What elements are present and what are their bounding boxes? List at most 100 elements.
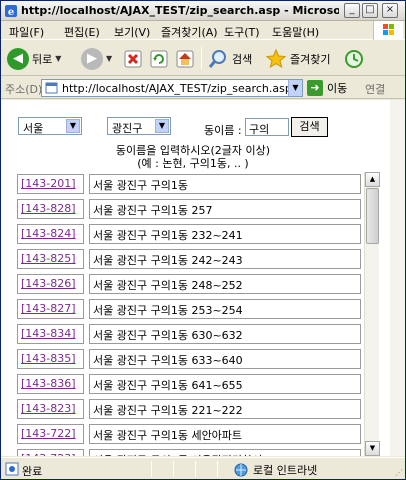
search-button-toolbar[interactable]: 검색 xyxy=(207,45,252,72)
go-arrow-icon: ➜ xyxy=(307,80,323,96)
status-separator xyxy=(195,461,196,477)
address-cell: 서울 광진구 구의1동 630~632 xyxy=(89,324,361,344)
city-select-value: 서울 xyxy=(23,122,44,135)
go-label: 이동 xyxy=(327,82,348,95)
toolbar: ◀ 뒤로 ▼ ▶ ▼ 검색 즐겨찾기 xyxy=(1,41,405,76)
zip-code-link[interactable]: [143-834] xyxy=(21,327,76,340)
address-cell: 서울 광진구 구의1동 253~254 xyxy=(89,299,361,319)
zip-code-cell: [143-823] xyxy=(17,399,84,419)
status-separator xyxy=(173,461,174,477)
home-button[interactable] xyxy=(175,45,195,72)
list-item[interactable]: [143-825] 서울 광진구 구의1동 242~243 xyxy=(17,249,363,271)
list-item[interactable]: [143-723] 서울 광진구 구의1동 서울광진경찰서 xyxy=(17,449,363,456)
list-item[interactable]: [143-826] 서울 광진구 구의1동 248~252 xyxy=(17,274,363,296)
menu-bar: 파일(F) 편집(E) 보기(V) 즐겨찾기(A) 도구(T) 도움말(H) xyxy=(1,21,405,40)
address-input[interactable]: http://localhost/AJAX_TEST/zip_search.as… xyxy=(41,79,303,97)
city-select[interactable]: 서울 ▼ xyxy=(18,117,82,135)
forward-button[interactable]: ▶ ▼ xyxy=(81,45,112,72)
dong-label: 동이름 : xyxy=(204,124,242,137)
zip-code-link[interactable]: [143-827] xyxy=(21,302,76,315)
zip-code-link[interactable]: [143-826] xyxy=(21,277,76,290)
home-icon xyxy=(176,50,194,67)
window-title: http://localhost/AJAX_TEST/zip_search.as… xyxy=(21,4,339,17)
links-label[interactable]: 연결 xyxy=(365,81,385,97)
menu-favorites[interactable]: 즐겨찾기(A) xyxy=(161,24,218,40)
stop-icon xyxy=(124,50,142,67)
minimize-button[interactable]: _ xyxy=(344,3,360,18)
menu-view[interactable]: 보기(V) xyxy=(114,24,150,40)
back-arrow-icon: ◀ xyxy=(7,47,29,70)
zip-code-cell: [143-201] xyxy=(17,174,84,194)
zip-code-link[interactable]: [143-722] xyxy=(21,427,76,440)
stop-button[interactable] xyxy=(123,45,143,72)
zip-code-cell: [143-828] xyxy=(17,199,84,219)
menu-tools[interactable]: 도구(T) xyxy=(224,24,260,40)
scroll-up-icon[interactable]: ▲ xyxy=(365,172,380,187)
zip-code-link[interactable]: [143-823] xyxy=(21,402,76,415)
search-button[interactable]: 검색 xyxy=(291,117,328,137)
chevron-down-icon: ▼ xyxy=(66,119,80,133)
address-cell: 서울 광진구 구의1동 257 xyxy=(89,199,361,219)
scroll-down-icon[interactable]: ▼ xyxy=(365,441,380,456)
svg-text:e: e xyxy=(8,7,14,18)
title-bar: e http://localhost/AJAX_TEST/zip_search.… xyxy=(1,1,405,21)
zip-code-cell: [143-836] xyxy=(17,374,84,394)
list-item[interactable]: [143-836] 서울 광진구 구의1동 641~655 xyxy=(17,374,363,396)
list-item[interactable]: [143-835] 서울 광진구 구의1동 633~640 xyxy=(17,349,363,371)
address-cell: 서울 광진구 구의1동 633~640 xyxy=(89,349,361,369)
menu-edit[interactable]: 편집(E) xyxy=(64,24,100,40)
resize-grip-icon[interactable]: ⋰ xyxy=(395,468,403,477)
address-cell: 서울 광진구 구의1동 242~243 xyxy=(89,249,361,269)
status-text: 완료 xyxy=(22,465,43,478)
zip-code-link[interactable]: [143-835] xyxy=(21,352,76,365)
page-scrollbar[interactable] xyxy=(390,100,405,456)
zip-code-link[interactable]: [143-723] xyxy=(21,452,76,456)
zip-code-link[interactable]: [143-825] xyxy=(21,252,76,265)
zip-code-cell: [143-723] xyxy=(17,449,84,456)
go-button[interactable]: ➜ 이동 xyxy=(307,80,347,96)
forward-arrow-icon: ▶ xyxy=(81,47,103,70)
list-item[interactable]: [143-827] 서울 광진구 구의1동 253~254 xyxy=(17,299,363,321)
address-url: http://localhost/AJAX_TEST/zip_search.as… xyxy=(62,82,290,95)
refresh-icon xyxy=(150,50,168,67)
menu-file[interactable]: 파일(F) xyxy=(9,24,44,40)
zip-code-cell: [143-835] xyxy=(17,349,84,369)
maximize-button[interactable]: □ xyxy=(362,3,378,18)
zip-code-link[interactable]: [143-836] xyxy=(21,377,76,390)
list-item[interactable]: [143-824] 서울 광진구 구의1동 232~241 xyxy=(17,224,363,246)
address-cell: 서울 광진구 구의1동 221~222 xyxy=(89,399,361,419)
refresh-button[interactable] xyxy=(149,45,169,72)
close-button[interactable]: × xyxy=(382,3,398,18)
address-cell: 서울 광진구 구의1동 641~655 xyxy=(89,374,361,394)
results-scrollbar[interactable]: ▲ ▼ xyxy=(364,172,380,456)
browser-window: e http://localhost/AJAX_TEST/zip_search.… xyxy=(0,0,406,480)
hint-line-2: (예 : 논현, 구의1동, .. ) xyxy=(137,157,249,170)
zip-code-cell: [143-827] xyxy=(17,299,84,319)
chevron-down-icon[interactable]: ▼ xyxy=(55,54,61,63)
dong-input[interactable]: 구의 xyxy=(245,118,289,136)
zip-code-link[interactable]: [143-824] xyxy=(21,227,76,240)
menu-help[interactable]: 도움말(H) xyxy=(272,24,319,40)
back-button[interactable]: ◀ 뒤로 ▼ xyxy=(7,45,61,72)
list-item[interactable]: [143-201] 서울 광진구 구의1동 xyxy=(17,174,363,196)
district-select[interactable]: 광진구 ▼ xyxy=(107,117,171,135)
list-item[interactable]: [143-828] 서울 광진구 구의1동 257 xyxy=(17,199,363,221)
toolbar-separator xyxy=(201,47,202,69)
media-button[interactable] xyxy=(343,45,365,72)
status-separator xyxy=(151,461,152,477)
zip-code-link[interactable]: [143-201] xyxy=(21,177,76,190)
list-item[interactable]: [143-823] 서울 광진구 구의1동 221~222 xyxy=(17,399,363,421)
list-item[interactable]: [143-722] 서울 광진구 구의1동 세안아파트 xyxy=(17,424,363,446)
zip-code-link[interactable]: [143-828] xyxy=(21,202,76,215)
search-icon xyxy=(208,49,226,68)
security-zone: 로컬 인트라넷 xyxy=(233,462,317,478)
zip-code-cell: [143-834] xyxy=(17,324,84,344)
scroll-thumb[interactable] xyxy=(366,188,379,244)
chevron-down-icon[interactable]: ▼ xyxy=(288,80,302,96)
chevron-down-icon[interactable]: ▼ xyxy=(106,54,112,63)
back-label: 뒤로 xyxy=(32,52,53,66)
status-separator xyxy=(217,461,218,477)
list-item[interactable]: [143-834] 서울 광진구 구의1동 630~632 xyxy=(17,324,363,346)
star-icon xyxy=(265,48,287,68)
favorites-button[interactable]: 즐겨찾기 xyxy=(265,45,330,72)
